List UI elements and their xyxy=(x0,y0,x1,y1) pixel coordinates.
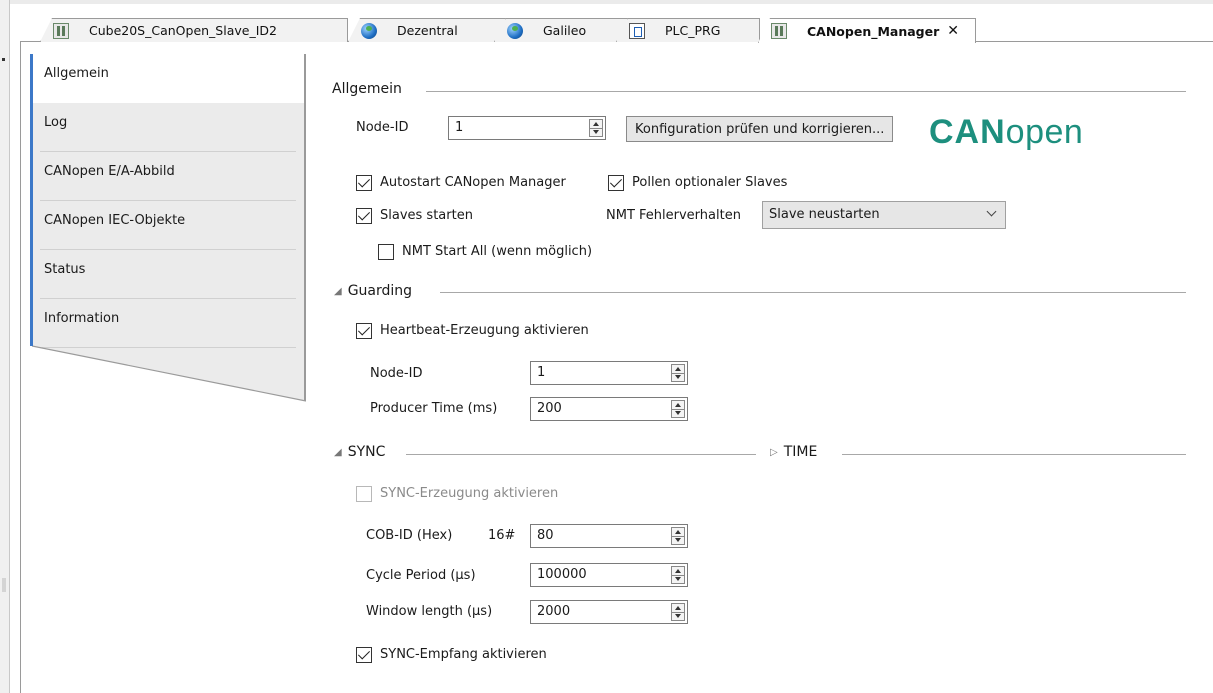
tab-label: Dezentral xyxy=(397,23,458,38)
sidebar-active-indicator xyxy=(30,54,33,103)
window-length-spinbox[interactable]: 2000 xyxy=(530,600,688,624)
sidebar-item-label: Information xyxy=(44,311,120,326)
section-title-time[interactable]: ▷ TIME xyxy=(770,444,817,460)
spinner-arrows-icon[interactable] xyxy=(671,400,685,418)
cycle-period-value: 100000 xyxy=(537,567,587,582)
producer-time-value: 200 xyxy=(537,401,562,416)
guarding-node-id-value: 1 xyxy=(537,365,546,380)
spinner-arrows-icon[interactable] xyxy=(589,119,603,137)
strip-scroll-marker xyxy=(2,578,6,592)
sidebar-item-label: Log xyxy=(44,115,68,130)
window-length-label: Window length (µs) xyxy=(366,604,493,619)
guarding-node-id-spinbox[interactable]: 1 xyxy=(530,361,688,385)
cob-id-prefix: 16# xyxy=(488,528,516,543)
section-divider xyxy=(426,91,1186,92)
nmt-error-behavior-value: Slave neustarten xyxy=(769,207,880,222)
poll-optional-slaves-label: Pollen optionaler Slaves xyxy=(632,175,788,190)
section-divider xyxy=(406,454,756,455)
globe-icon xyxy=(361,22,377,39)
node-id-spinbox[interactable]: 1 xyxy=(448,116,606,140)
tab-cube20s-canopen-slave[interactable]: Cube20S_CanOpen_Slave_ID2 xyxy=(40,18,348,42)
spinner-arrows-icon[interactable] xyxy=(671,527,685,545)
section-title-text: SYNC xyxy=(347,444,386,460)
heartbeat-label: Heartbeat-Erzeugung aktivieren xyxy=(380,323,589,338)
section-title-text: Guarding xyxy=(347,283,413,299)
sidebar-item-log[interactable]: Log xyxy=(32,103,304,152)
window-left-strip xyxy=(0,0,10,693)
document-tab-bar: Cube20S_CanOpen_Slave_ID2 Dezentral Gali… xyxy=(10,0,1213,43)
sidebar-item-label: CANopen E/A-Abbild xyxy=(44,164,175,179)
section-title-text: TIME xyxy=(783,444,818,460)
sidebar-item-label: Status xyxy=(44,262,86,277)
spinner-arrows-icon[interactable] xyxy=(671,364,685,382)
sync-receive-label: SYNC-Empfang aktivieren xyxy=(380,647,547,662)
nmt-start-all-label: NMT Start All (wenn möglich) xyxy=(402,244,593,259)
tab-canopen-manager[interactable]: CANopen_Manager ✕ xyxy=(758,18,976,43)
editor-left-border xyxy=(20,42,21,693)
section-title-text: Allgemein xyxy=(332,81,402,97)
canopen-logo: CANopen xyxy=(929,113,1083,152)
expand-triangle-icon: ▷ xyxy=(770,446,778,458)
tab-galileo[interactable]: Galileo xyxy=(494,18,628,42)
cob-id-value: 80 xyxy=(537,528,554,543)
tab-plc-prg[interactable]: PLC_PRG xyxy=(616,18,760,42)
module-icon xyxy=(53,22,69,39)
producer-time-spinbox[interactable]: 200 xyxy=(530,397,688,421)
sidebar-item-information[interactable]: Information xyxy=(32,299,304,348)
section-title-sync[interactable]: ◢ SYNC xyxy=(334,444,385,460)
close-icon[interactable]: ✕ xyxy=(947,23,959,39)
section-title-allgemein: Allgemein xyxy=(332,81,402,97)
sidebar-item-label: Allgemein xyxy=(44,66,109,81)
nmt-error-behavior-select[interactable]: Slave neustarten xyxy=(762,201,1006,229)
logo-light-text: open xyxy=(1005,113,1084,151)
tab-label: PLC_PRG xyxy=(665,23,721,38)
sidebar-diagonal-edge xyxy=(32,345,306,402)
guarding-node-id-label: Node-ID xyxy=(370,366,423,381)
section-divider xyxy=(440,292,1186,293)
section-title-guarding[interactable]: ◢ Guarding xyxy=(334,283,412,299)
logo-bold-text: CAN xyxy=(929,113,1006,151)
globe-icon xyxy=(507,22,523,39)
chevron-down-icon xyxy=(986,206,997,217)
cycle-period-label: Cycle Period (µs) xyxy=(366,568,476,583)
strip-marker xyxy=(2,58,5,61)
sidebar-item-ea-abbild[interactable]: CANopen E/A-Abbild xyxy=(32,152,304,201)
poll-optional-slaves-checkbox[interactable] xyxy=(608,175,624,191)
program-icon xyxy=(629,22,645,39)
module-icon xyxy=(771,23,787,39)
check-configuration-button[interactable]: Konfiguration prüfen und korrigieren... xyxy=(626,116,894,142)
window-length-value: 2000 xyxy=(537,604,571,619)
collapse-triangle-icon: ◢ xyxy=(334,285,342,297)
sidebar-item-allgemein[interactable]: Allgemein xyxy=(32,54,304,103)
node-id-label: Node-ID xyxy=(356,120,409,135)
heartbeat-checkbox[interactable] xyxy=(356,323,372,339)
collapse-triangle-icon: ◢ xyxy=(334,446,342,458)
sidebar-accent-line xyxy=(30,103,33,346)
spinner-arrows-icon[interactable] xyxy=(671,566,685,584)
cob-id-label: COB-ID (Hex) xyxy=(366,528,453,543)
tab-bar-top xyxy=(10,0,1213,4)
start-slaves-checkbox[interactable] xyxy=(356,208,372,224)
autostart-label: Autostart CANopen Manager xyxy=(380,175,566,190)
sync-generation-label: SYNC-Erzeugung aktivieren xyxy=(380,486,559,501)
sync-receive-checkbox[interactable] xyxy=(356,647,372,663)
start-slaves-label: Slaves starten xyxy=(380,208,473,223)
autostart-checkbox[interactable] xyxy=(356,175,372,191)
section-divider xyxy=(842,454,1186,455)
tab-label: CANopen_Manager xyxy=(807,23,940,39)
nmt-start-all-checkbox[interactable] xyxy=(378,244,394,260)
tab-label: Galileo xyxy=(543,23,587,38)
cycle-period-spinbox[interactable]: 100000 xyxy=(530,563,688,587)
producer-time-label: Producer Time (ms) xyxy=(370,401,498,416)
tab-label: Cube20S_CanOpen_Slave_ID2 xyxy=(89,23,277,38)
spinner-arrows-icon[interactable] xyxy=(671,603,685,621)
sidebar-item-status[interactable]: Status xyxy=(32,250,304,299)
cob-id-spinbox[interactable]: 80 xyxy=(530,524,688,548)
tab-dezentral[interactable]: Dezentral xyxy=(348,18,506,42)
node-id-value: 1 xyxy=(455,120,464,135)
nmt-error-behavior-label: NMT Fehlerverhalten xyxy=(606,208,741,223)
sync-generation-checkbox[interactable] xyxy=(356,486,372,502)
sidebar-item-label: CANopen IEC-Objekte xyxy=(44,213,186,228)
sidebar-item-iec-objekte[interactable]: CANopen IEC-Objekte xyxy=(32,201,304,250)
